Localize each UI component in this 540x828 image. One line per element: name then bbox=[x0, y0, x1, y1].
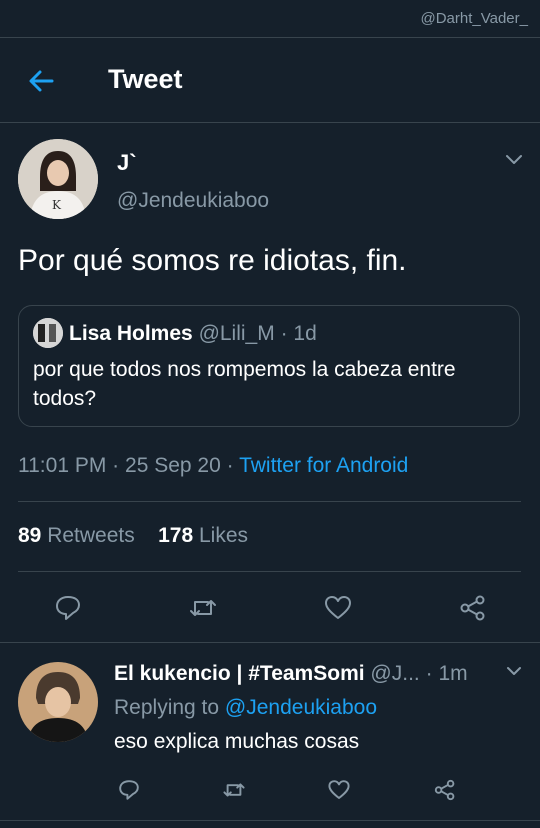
reply-author-avatar[interactable] bbox=[18, 662, 98, 742]
like-icon bbox=[325, 596, 351, 619]
likes-stat[interactable]: 178 Likes bbox=[158, 524, 248, 547]
reply-more-options-button[interactable] bbox=[505, 665, 523, 679]
stats-divider bbox=[18, 571, 521, 572]
reply-text: eso explica muchas cosas bbox=[114, 730, 360, 753]
retweet-button[interactable] bbox=[188, 593, 218, 623]
retweets-stat[interactable]: 89 Retweets bbox=[18, 524, 135, 547]
likes-count: 178 bbox=[158, 524, 194, 547]
reply-author-name[interactable]: El kukencio | #TeamSomi bbox=[114, 662, 365, 685]
back-button[interactable] bbox=[24, 64, 58, 98]
reply-header: El kukencio | #TeamSomi @J... · 1m bbox=[114, 662, 509, 686]
reply-retweet-button[interactable] bbox=[222, 778, 246, 802]
actions-divider bbox=[0, 642, 540, 643]
author-name[interactable]: J` bbox=[117, 150, 137, 176]
retweet-icon bbox=[190, 600, 216, 616]
meta-separator: · bbox=[112, 454, 120, 477]
share-icon bbox=[460, 595, 485, 621]
retweets-count: 89 bbox=[18, 524, 42, 547]
tweet-meta: 11:01 PM · 25 Sep 20 · Twitter for Andro… bbox=[18, 454, 408, 478]
likes-label: Likes bbox=[198, 524, 249, 547]
reply-author-handle[interactable]: @J... bbox=[370, 662, 419, 685]
chevron-down-icon bbox=[507, 667, 521, 675]
quote-header: Lisa Holmes @Lili_M · 1d bbox=[69, 322, 317, 346]
tweet-text: Por qué somos re idiotas, fin. bbox=[18, 244, 407, 277]
avatar-photo-icon bbox=[18, 662, 98, 742]
replying-to: Replying to @Jendeukiaboo bbox=[114, 696, 377, 720]
reply-button[interactable] bbox=[53, 593, 83, 623]
avatar-photo-icon bbox=[33, 318, 63, 348]
quote-author-handle: @Lili_M bbox=[198, 322, 275, 345]
reply-separator: · bbox=[425, 662, 433, 685]
replying-handle-link[interactable]: @Jendeukiaboo bbox=[225, 696, 377, 719]
meta-separator: · bbox=[226, 454, 234, 477]
like-button[interactable] bbox=[323, 593, 353, 623]
retweet-icon bbox=[223, 783, 245, 797]
author-avatar[interactable]: K bbox=[18, 139, 98, 219]
share-button[interactable] bbox=[458, 593, 488, 623]
header-divider bbox=[0, 122, 540, 123]
bottom-divider bbox=[0, 820, 540, 821]
watermark-handle: @Darht_Vader_ bbox=[420, 10, 528, 27]
quote-separator: · bbox=[280, 322, 288, 345]
reply-time: 1m bbox=[438, 662, 468, 685]
retweets-label: Retweets bbox=[47, 524, 135, 547]
tweet-client-link[interactable]: Twitter for Android bbox=[239, 454, 408, 477]
avatar-photo-icon: K bbox=[18, 139, 98, 219]
tweet-date: 25 Sep 20 bbox=[125, 454, 221, 477]
back-arrow-icon bbox=[29, 70, 54, 92]
quote-text: por que todos nos rompemos la cabeza ent… bbox=[33, 358, 456, 410]
svg-text:K: K bbox=[52, 198, 62, 212]
more-options-button[interactable] bbox=[504, 152, 524, 168]
reply-icon bbox=[56, 596, 80, 620]
page-title: Tweet bbox=[108, 64, 183, 94]
top-divider bbox=[0, 37, 540, 38]
quote-avatar bbox=[33, 318, 63, 348]
quote-time: 1d bbox=[293, 322, 317, 345]
tweet-stats: 89 Retweets 178 Likes bbox=[18, 524, 248, 548]
reply-share-button[interactable] bbox=[433, 778, 457, 802]
tweet-time: 11:01 PM bbox=[18, 454, 107, 477]
reply-icon bbox=[119, 780, 139, 800]
share-icon bbox=[434, 779, 455, 801]
chevron-down-icon bbox=[506, 155, 522, 164]
replying-prefix: Replying to bbox=[114, 696, 220, 719]
reply-like-button[interactable] bbox=[327, 778, 351, 802]
reply-reply-button[interactable] bbox=[117, 778, 141, 802]
meta-divider bbox=[18, 501, 521, 502]
author-handle[interactable]: @Jendeukiaboo bbox=[117, 189, 269, 213]
quote-author-name: Lisa Holmes bbox=[69, 322, 193, 345]
like-icon bbox=[328, 780, 350, 799]
